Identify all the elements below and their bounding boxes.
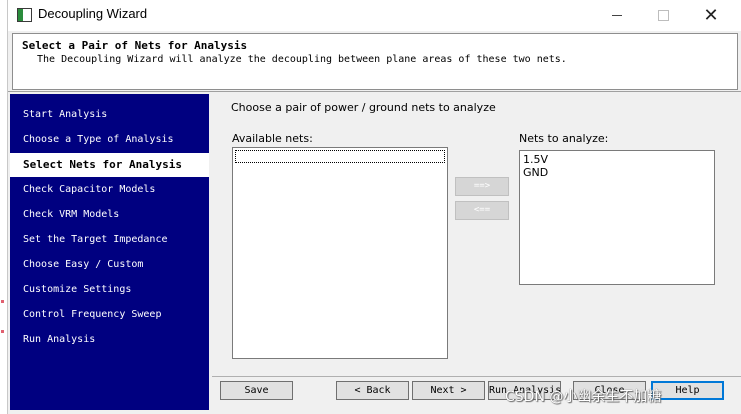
nav-step-customize-settings[interactable]: Customize Settings	[10, 278, 209, 302]
nav-step-check-vrm[interactable]: Check VRM Models	[10, 203, 209, 227]
back-button[interactable]: < Back	[336, 381, 409, 400]
nav-step-select-nets[interactable]: Select Nets for Analysis	[10, 153, 209, 177]
nets-to-analyze-list[interactable]: 1.5V GND	[519, 150, 715, 285]
edge-mark	[1, 330, 4, 333]
step-title: Select a Pair of Nets for Analysis	[22, 39, 248, 52]
remove-net-button[interactable]: <==	[455, 201, 509, 220]
wizard-window: Decoupling Wizard ✕ Select a Pair of Net…	[7, 0, 741, 414]
close-window-button[interactable]: ✕	[688, 0, 734, 31]
help-button[interactable]: Help	[651, 381, 724, 400]
maximize-icon	[657, 10, 669, 21]
nav-step-frequency-sweep[interactable]: Control Frequency Sweep	[10, 303, 209, 327]
maximize-button[interactable]	[640, 0, 686, 31]
add-net-button[interactable]: ==>	[455, 177, 509, 196]
step-description: The Decoupling Wizard will analyze the d…	[37, 54, 567, 65]
nav-step-easy-custom[interactable]: Choose Easy / Custom	[10, 253, 209, 277]
wizard-steps-nav: Start Analysis Choose a Type of Analysis…	[10, 94, 209, 410]
background-edge	[0, 0, 7, 414]
nav-step-start-analysis[interactable]: Start Analysis	[10, 103, 209, 127]
wizard-app-icon	[17, 8, 32, 22]
edge-mark	[1, 300, 4, 303]
nav-step-run-analysis[interactable]: Run Analysis	[10, 328, 209, 352]
minimize-icon	[612, 15, 622, 16]
available-nets-list[interactable]	[232, 147, 448, 359]
nets-to-analyze-label: Nets to analyze:	[519, 132, 609, 145]
close-icon: ✕	[703, 4, 719, 26]
list-item[interactable]: GND	[520, 166, 714, 179]
next-button[interactable]: Next >	[412, 381, 485, 400]
instruction-label: Choose a pair of power / ground nets to …	[231, 101, 496, 114]
save-button[interactable]: Save	[220, 381, 293, 400]
list-item[interactable]: 1.5V	[520, 153, 714, 166]
header-divider	[8, 91, 741, 92]
csdn-watermark: CSDN @小幽余生不加糖	[505, 389, 662, 405]
step-header: Select a Pair of Nets for Analysis The D…	[12, 33, 738, 90]
list-focus-indicator	[235, 150, 445, 163]
available-nets-label: Available nets:	[232, 132, 313, 145]
nav-step-target-impedance[interactable]: Set the Target Impedance	[10, 228, 209, 252]
nav-step-choose-type[interactable]: Choose a Type of Analysis	[10, 128, 209, 152]
title-bar[interactable]: Decoupling Wizard ✕	[8, 0, 741, 31]
window-title: Decoupling Wizard	[38, 6, 148, 21]
minimize-button[interactable]	[594, 0, 640, 31]
nav-step-check-capacitors[interactable]: Check Capacitor Models	[10, 178, 209, 202]
footer-divider	[212, 376, 741, 377]
